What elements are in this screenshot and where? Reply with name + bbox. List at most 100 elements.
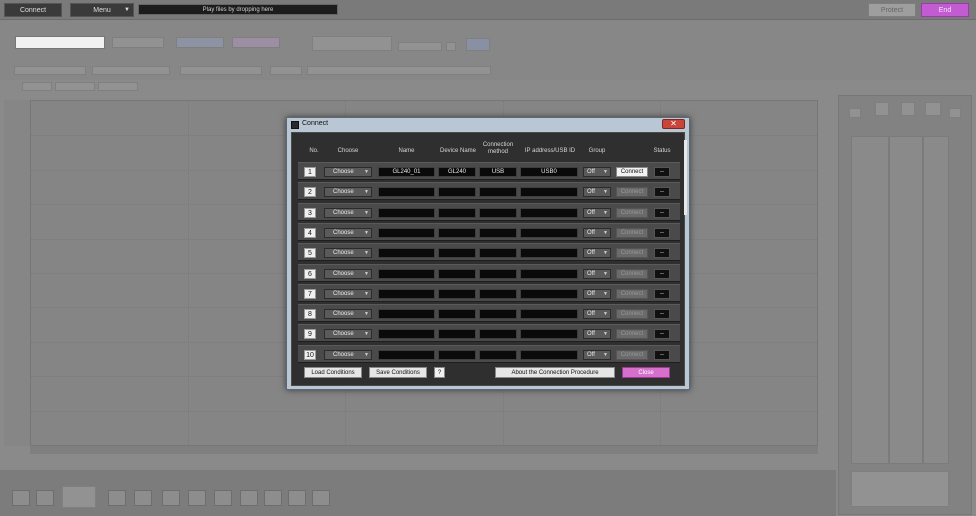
help-button[interactable]: ? [434,367,445,378]
dialog-title-bar[interactable]: Connect ✕ [287,118,689,132]
group-label: Off [587,311,595,318]
tool-icon-7[interactable] [264,490,282,506]
save-conditions-button[interactable]: Save Conditions [369,367,427,378]
stop-button[interactable] [232,37,280,48]
row-connect-button[interactable]: Connect [616,187,648,198]
tool-icon-1[interactable] [108,490,126,506]
row-connect-button[interactable]: Connect [616,227,648,238]
group-select[interactable]: Off ▼ [583,268,611,279]
group-select[interactable]: Off ▼ [583,227,611,238]
close-button[interactable]: Close [622,367,670,378]
tab-1[interactable] [22,82,52,91]
ip-usb-id-field [520,227,578,238]
choose-device-select[interactable]: Choose ▼ [324,268,372,279]
tool-icon-2[interactable] [134,490,152,506]
tool-icon-5[interactable] [214,490,232,506]
group-select[interactable]: Off ▼ [583,349,611,360]
mode-select[interactable] [398,42,442,51]
name-field[interactable] [378,288,435,299]
name-field[interactable] [378,248,435,259]
capture-settings-button[interactable] [112,37,164,48]
time-div-select[interactable] [62,486,96,508]
row-connect-button[interactable]: Connect [616,248,648,259]
choose-device-select[interactable]: Choose ▼ [324,329,372,340]
choose-device-select[interactable]: Choose ▼ [324,288,372,299]
group-select[interactable]: Off ▼ [583,248,611,259]
name-field[interactable] [378,309,435,320]
row-number: 3 [304,207,316,218]
row-connect-button[interactable]: Connect [616,329,648,340]
dialog-title: Connect [302,120,329,127]
file-name-input[interactable] [15,36,105,49]
row-connect-button[interactable]: Connect [616,268,648,279]
device-name-field [438,227,476,238]
folder-icon[interactable] [849,108,861,118]
play-files-drop-zone[interactable]: Play files by dropping here [138,4,338,15]
name-field[interactable] [378,268,435,279]
dialog-scrollbar[interactable] [684,140,687,215]
group-select[interactable]: Off ▼ [583,329,611,340]
choose-device-select[interactable]: Choose ▼ [324,309,372,320]
row-connect-button[interactable]: Connect [616,288,648,299]
status-indicator: -- [654,248,670,259]
ip-usb-id-field [520,349,578,360]
mode-button[interactable] [446,42,456,51]
header-no: No. [309,148,319,154]
row-connect-button[interactable]: Connect [616,167,648,177]
name-field[interactable] [378,349,435,360]
choose-device-select[interactable]: Choose ▼ [324,248,372,259]
row-connect-button[interactable]: Connect [616,349,648,360]
ip-usb-id-field [520,288,578,299]
name-field[interactable] [378,329,435,340]
group-select[interactable]: Off ▼ [583,309,611,320]
connect-button[interactable]: Connect [4,3,62,17]
name-field[interactable] [378,227,435,238]
marker-icon-1[interactable] [875,102,889,116]
group-select[interactable]: Off ▼ [583,288,611,299]
group-select[interactable]: Off ▼ [583,167,611,177]
device-name-field [438,207,476,218]
name-field[interactable]: GL240_01 [378,167,435,177]
tool-icon-4[interactable] [188,490,206,506]
header-device-name: Device Name [439,148,476,154]
settings-icon[interactable] [949,108,961,118]
zoom-in-icon[interactable] [12,490,30,506]
tool-icon-8[interactable] [288,490,306,506]
choose-device-select[interactable]: Choose ▼ [324,349,372,360]
choose-device-select[interactable]: Choose ▼ [324,207,372,218]
group-select[interactable]: Off ▼ [583,187,611,198]
zoom-out-icon[interactable] [36,490,54,506]
row-connect-button[interactable]: Connect [616,309,648,320]
name-field[interactable] [378,207,435,218]
menu-label: Menu [93,7,111,14]
close-icon[interactable]: ✕ [662,119,685,129]
choose-device-select[interactable]: Choose ▼ [324,187,372,198]
row-connect-button[interactable]: Connect [616,207,648,218]
value-column [889,136,923,464]
device-row: 7 Choose ▼ Off ▼ Connect -- [298,283,680,302]
chevron-down-icon: ▼ [603,270,608,277]
end-button[interactable]: End [921,3,969,17]
chart-scrollbar[interactable] [30,446,818,454]
chevron-down-icon: ▼ [603,209,608,216]
about-connection-procedure-button[interactable]: About the Connection Procedure [495,367,615,378]
choose-device-select[interactable]: Choose ▼ [324,227,372,238]
tab-3[interactable] [98,82,138,91]
group-select[interactable]: Off ▼ [583,207,611,218]
start-button[interactable] [176,37,224,48]
marker-icon-3[interactable] [925,102,941,116]
channel-switches[interactable] [312,36,392,51]
marker-icon-2[interactable] [901,102,915,116]
chevron-down-icon: ▼ [364,209,369,216]
load-conditions-button[interactable]: Load Conditions [304,367,362,378]
name-field[interactable] [378,187,435,198]
tool-icon-3[interactable] [162,490,180,506]
protect-button[interactable]: Protect [868,3,916,17]
layout-icon[interactable] [466,38,490,51]
tab-2[interactable] [55,82,95,91]
tool-icon-6[interactable] [240,490,258,506]
connection-method-field [479,227,517,238]
tool-icon-9[interactable] [312,490,330,506]
choose-device-select[interactable]: Choose ▼ [324,167,372,177]
menu-button[interactable]: Menu ▼ [70,3,134,17]
